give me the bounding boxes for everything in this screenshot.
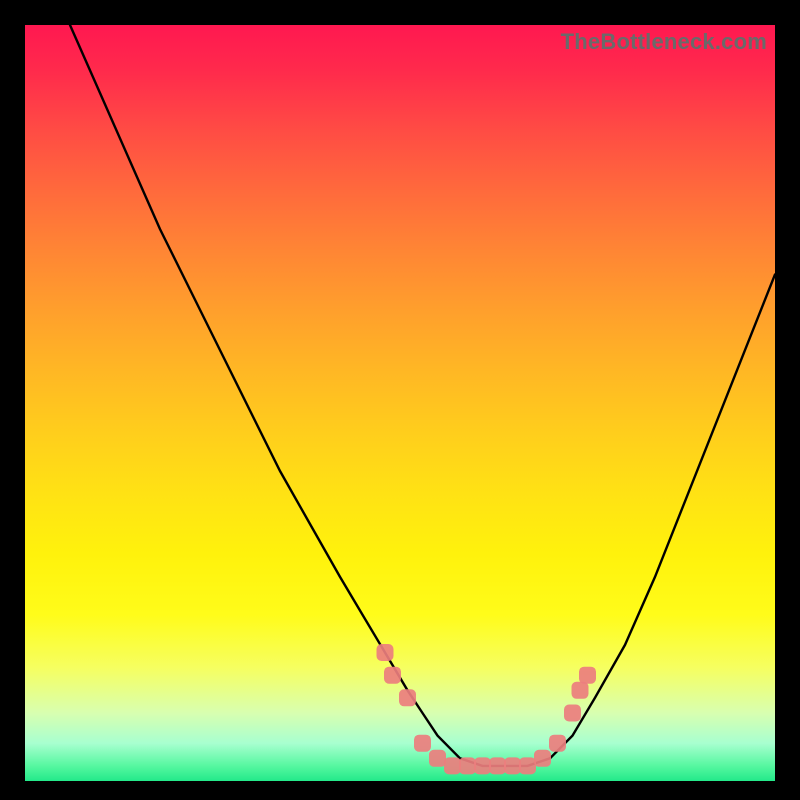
curve-marker xyxy=(377,644,394,661)
curve-marker xyxy=(504,757,521,774)
bottleneck-chart-svg xyxy=(25,25,775,781)
bottleneck-curve xyxy=(70,25,775,766)
curve-markers-group xyxy=(377,644,597,774)
curve-marker xyxy=(549,735,566,752)
curve-marker xyxy=(579,667,596,684)
curve-marker xyxy=(474,757,491,774)
curve-marker xyxy=(459,757,476,774)
curve-marker xyxy=(414,735,431,752)
curve-marker xyxy=(564,705,581,722)
curve-marker xyxy=(572,682,589,699)
curve-marker xyxy=(489,757,506,774)
curve-marker xyxy=(534,750,551,767)
curve-marker xyxy=(519,757,536,774)
curve-marker xyxy=(399,689,416,706)
curve-marker xyxy=(384,667,401,684)
curve-marker xyxy=(444,757,461,774)
watermark-text: TheBottleneck.com xyxy=(561,29,767,55)
chart-frame: TheBottleneck.com xyxy=(0,0,800,800)
curve-marker xyxy=(429,750,446,767)
plot-area: TheBottleneck.com xyxy=(25,25,775,781)
